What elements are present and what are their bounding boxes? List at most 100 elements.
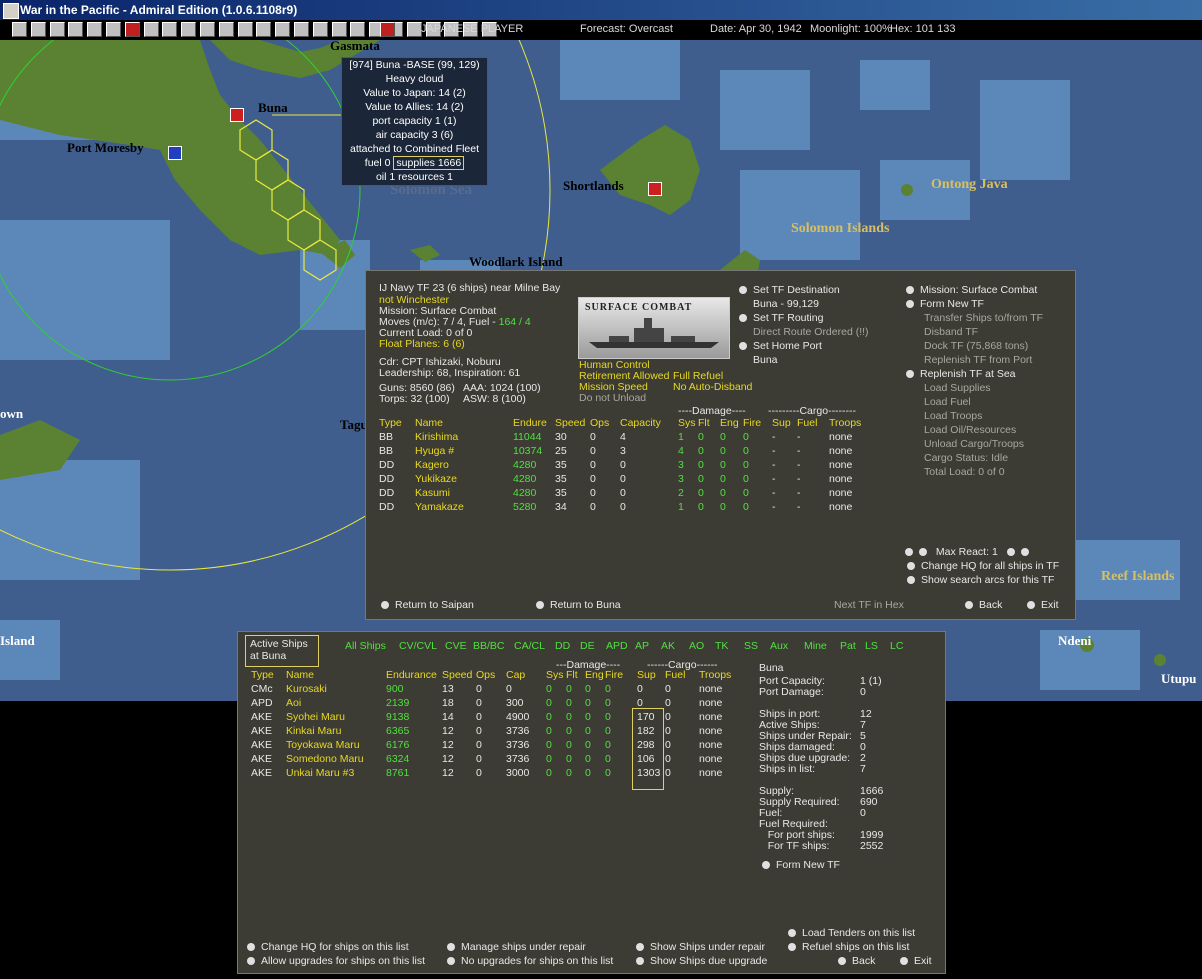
toolbar-button-15[interactable]: [275, 22, 291, 37]
port-column-header[interactable]: Fire: [605, 669, 623, 682]
filter-ss[interactable]: SS: [744, 640, 758, 653]
toolbar-button-17[interactable]: [312, 22, 328, 37]
base-marker-port-moresby[interactable]: [168, 146, 182, 160]
tf-column-header[interactable]: Endure: [513, 417, 547, 430]
table-row[interactable]: BB Kirishima 11044 30 0 4 1 0 0 0 - - none: [365, 431, 885, 445]
toolbar-button-11[interactable]: [200, 22, 215, 37]
toolbar-button-1[interactable]: [12, 22, 27, 37]
filter-lc[interactable]: LC: [890, 640, 903, 653]
no-upgrades-button[interactable]: No upgrades for ships on this list: [447, 955, 613, 968]
port-column-header[interactable]: Fuel: [665, 669, 685, 682]
toolbar-button-3[interactable]: [49, 22, 65, 37]
tf-column-header[interactable]: Fire: [743, 417, 761, 430]
tf-right-action[interactable]: Mission: Surface Combat: [906, 284, 1037, 297]
toolbar-button-12[interactable]: [218, 22, 234, 37]
tf-column-header[interactable]: Ops: [590, 417, 609, 430]
filter-cv-cvl[interactable]: CV/CVL: [399, 640, 437, 653]
filter-ak[interactable]: AK: [661, 640, 675, 653]
tf-mid-action[interactable]: Set TF Routing: [739, 312, 823, 325]
tf-flag-unload[interactable]: Do not Unload: [579, 392, 646, 405]
port-column-header[interactable]: Ops: [476, 669, 495, 682]
tf-column-header[interactable]: Fuel: [797, 417, 817, 430]
tf-column-header[interactable]: Type: [379, 417, 402, 430]
toolbar-button-14[interactable]: [256, 22, 272, 37]
filter-aux[interactable]: Aux: [770, 640, 788, 653]
tf-show-arcs[interactable]: Show search arcs for this TF: [907, 574, 1054, 587]
toolbar-button-8[interactable]: [143, 22, 159, 37]
refuel-button[interactable]: Refuel ships on this list: [788, 941, 909, 954]
table-row[interactable]: DD Yamakaze 5280 34 0 0 1 0 0 0 - - none: [365, 501, 885, 515]
port-column-header[interactable]: Sys: [546, 669, 564, 682]
toolbar-button-18[interactable]: [331, 22, 347, 37]
table-row[interactable]: DD Kagero 4280 35 0 0 3 0 0 0 - - none: [365, 459, 885, 473]
port-column-header[interactable]: Sup: [637, 669, 656, 682]
filter-ca-cl[interactable]: CA/CL: [514, 640, 545, 653]
table-row[interactable]: CMc Kurosaki 900 13 0 0 0 0 0 0 0 0 none: [237, 683, 737, 697]
react-max-icon[interactable]: [1020, 548, 1029, 556]
port-column-header[interactable]: Endurance: [386, 669, 437, 682]
tf-flag-disband[interactable]: No Auto-Disband: [673, 381, 752, 394]
tf-column-header[interactable]: Flt: [698, 417, 710, 430]
filter-ao[interactable]: AO: [689, 640, 704, 653]
filter-all-ships[interactable]: All Ships: [345, 640, 386, 653]
toolbar-button-19[interactable]: [350, 22, 366, 37]
manage-repair-button[interactable]: Manage ships under repair: [447, 941, 586, 954]
tf-exit-button[interactable]: Exit: [1027, 599, 1059, 612]
toolbar-button-13[interactable]: [237, 22, 253, 37]
tf-column-header[interactable]: Troops: [829, 417, 861, 430]
toolbar-button-10[interactable]: [181, 22, 197, 37]
port-column-header[interactable]: Eng: [585, 669, 604, 682]
port-back-button[interactable]: Back: [838, 955, 875, 968]
filter-apd[interactable]: APD: [606, 640, 628, 653]
tf-mid-action[interactable]: Set Home Port: [739, 340, 822, 353]
filter-pat[interactable]: Pat: [840, 640, 856, 653]
filter-cve[interactable]: CVE: [445, 640, 467, 653]
tf-column-header[interactable]: Sys: [678, 417, 696, 430]
base-marker-shortlands[interactable]: [648, 182, 662, 196]
table-row[interactable]: BB Hyuga # 10374 25 0 3 4 0 0 0 - - none: [365, 445, 885, 459]
tf-mid-action[interactable]: Set TF Destination: [739, 284, 840, 297]
tf-back-button[interactable]: Back: [965, 599, 1002, 612]
return-saipan-button[interactable]: Return to Saipan: [381, 599, 474, 612]
show-upgrade-button[interactable]: Show Ships due upgrade: [636, 955, 767, 968]
toolbar-button-4[interactable]: [68, 22, 84, 37]
tf-column-header[interactable]: Sup: [772, 417, 791, 430]
filter-ap[interactable]: AP: [635, 640, 649, 653]
return-buna-button[interactable]: Return to Buna: [536, 599, 621, 612]
next-tf-button[interactable]: Next TF in Hex: [834, 599, 904, 612]
filter-tk[interactable]: TK: [715, 640, 728, 653]
table-row[interactable]: DD Kasumi 4280 35 0 0 2 0 0 0 - - none: [365, 487, 885, 501]
toolbar-button-6[interactable]: [106, 22, 121, 37]
max-react-control[interactable]: Max React: 1: [905, 546, 1035, 559]
filter-de[interactable]: DE: [580, 640, 595, 653]
allow-upgrades-button[interactable]: Allow upgrades for ships on this list: [247, 955, 425, 968]
toolbar-button-22[interactable]: [406, 22, 422, 37]
filter-mine[interactable]: Mine: [804, 640, 827, 653]
show-repair-button[interactable]: Show Ships under repair: [636, 941, 765, 954]
tf-right-action[interactable]: Form New TF: [906, 298, 984, 311]
toolbar-button-16[interactable]: [294, 22, 309, 37]
react-min-icon[interactable]: [905, 548, 913, 556]
port-change-hq-button[interactable]: Change HQ for ships on this list: [247, 941, 409, 954]
tf-column-header[interactable]: Capacity: [620, 417, 661, 430]
tf-column-header[interactable]: Eng: [720, 417, 739, 430]
filter-dd[interactable]: DD: [555, 640, 570, 653]
react-up-icon[interactable]: [1006, 548, 1015, 556]
toolbar-button-2[interactable]: [30, 22, 46, 37]
toolbar-button-5[interactable]: [87, 22, 103, 37]
port-column-header[interactable]: Type: [251, 669, 274, 682]
load-tenders-button[interactable]: Load Tenders on this list: [788, 927, 915, 940]
port-column-header[interactable]: Name: [286, 669, 314, 682]
filter-ls[interactable]: LS: [865, 640, 878, 653]
tf-column-header[interactable]: Name: [415, 417, 443, 430]
toolbar-button-7[interactable]: [124, 22, 140, 37]
filter-bb-bc[interactable]: BB/BC: [473, 640, 505, 653]
port-column-header[interactable]: Troops: [699, 669, 731, 682]
toolbar-button-27[interactable]: [380, 22, 395, 37]
port-form-new-tf[interactable]: Form New TF: [762, 859, 840, 872]
tf-right-action[interactable]: Replenish TF at Sea: [906, 368, 1016, 381]
react-down-icon[interactable]: [919, 548, 927, 556]
port-column-header[interactable]: Speed: [442, 669, 472, 682]
table-row[interactable]: DD Yukikaze 4280 35 0 0 3 0 0 0 - - none: [365, 473, 885, 487]
port-column-header[interactable]: Cap: [506, 669, 525, 682]
